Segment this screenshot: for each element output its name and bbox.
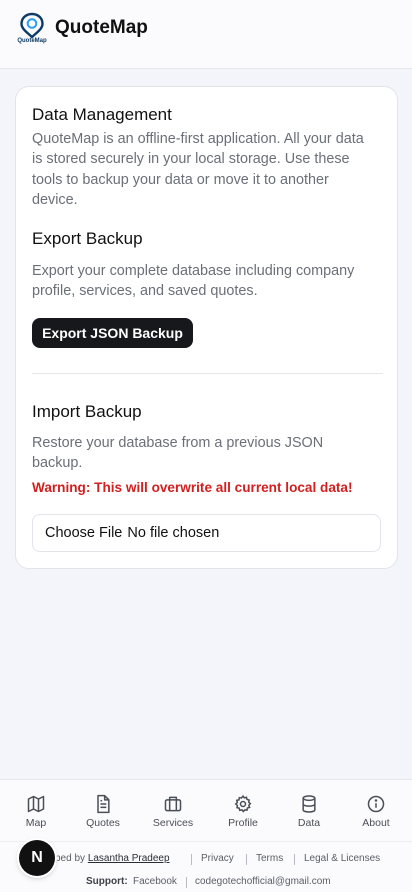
developer-link[interactable]: Lasantha Pradeep <box>88 853 170 864</box>
nav-label: Quotes <box>86 817 120 829</box>
backup-file-input[interactable]: Choose File No file chosen <box>32 514 381 552</box>
nav-label: Map <box>25 817 47 829</box>
export-backup-description: Export your complete database including … <box>32 263 355 300</box>
footer-separator <box>294 854 295 865</box>
developed-by-text: ped by Lasantha Pradeep <box>55 853 170 864</box>
data-management-card: Data Management QuoteMap is an offline-f… <box>15 86 398 569</box>
nav-label: About <box>362 817 390 829</box>
footer-separator <box>186 877 187 888</box>
legal-licenses-link[interactable]: Legal & Licenses <box>304 853 380 864</box>
bottom-nav: Map Quotes Services Profile Data About <box>0 779 412 841</box>
nextjs-dev-indicator[interactable]: N <box>19 840 55 876</box>
map-pin-logo-icon <box>20 12 44 39</box>
facebook-link[interactable]: Facebook <box>133 876 177 887</box>
support-label: Support: <box>86 876 128 887</box>
info-icon <box>367 795 385 813</box>
privacy-link[interactable]: Privacy <box>201 853 234 864</box>
app-logo[interactable]: QuoteMap <box>15 12 49 48</box>
file-status: No file chosen <box>127 525 220 541</box>
data-management-intro: QuoteMap is an offline-first application… <box>32 131 364 209</box>
section-divider <box>32 373 383 374</box>
app-header: QuoteMap QuoteMap <box>0 0 412 69</box>
map-icon <box>27 795 45 813</box>
footer-separator <box>191 854 192 865</box>
export-json-backup-button[interactable]: Export JSON Backup <box>32 318 193 348</box>
terms-link[interactable]: Terms <box>256 853 283 864</box>
export-backup-title: Export Backup <box>32 229 143 248</box>
app-footer: ped by Lasantha Pradeep Privacy Terms Le… <box>0 841 412 892</box>
choose-file-button[interactable]: Choose File <box>45 525 122 541</box>
footer-separator <box>246 854 247 865</box>
nav-label: Profile <box>228 817 258 829</box>
data-management-title: Data Management <box>32 105 172 124</box>
developed-prefix: ped by <box>55 853 86 864</box>
nav-item-about[interactable]: About <box>346 780 406 841</box>
import-backup-description: Restore your database from a previous JS… <box>32 435 324 472</box>
document-icon <box>97 794 110 814</box>
nav-label: Services <box>152 817 194 829</box>
gear-icon <box>234 794 252 813</box>
database-icon <box>302 795 316 813</box>
briefcase-icon <box>164 796 182 812</box>
nav-item-profile[interactable]: Profile <box>213 780 273 841</box>
nav-item-data[interactable]: Data <box>279 780 339 841</box>
import-backup-title: Import Backup <box>32 402 142 421</box>
app-title: QuoteMap <box>55 17 148 38</box>
nav-item-services[interactable]: Services <box>143 780 203 841</box>
logo-wordmark: QuoteMap <box>17 38 47 44</box>
nav-item-quotes[interactable]: Quotes <box>73 780 133 841</box>
nav-item-map[interactable]: Map <box>6 780 66 841</box>
overwrite-warning: Warning: This will overwrite all current… <box>32 480 353 495</box>
nav-label: Data <box>297 817 321 829</box>
support-email-link[interactable]: codegotechofficial@gmail.com <box>195 876 331 887</box>
